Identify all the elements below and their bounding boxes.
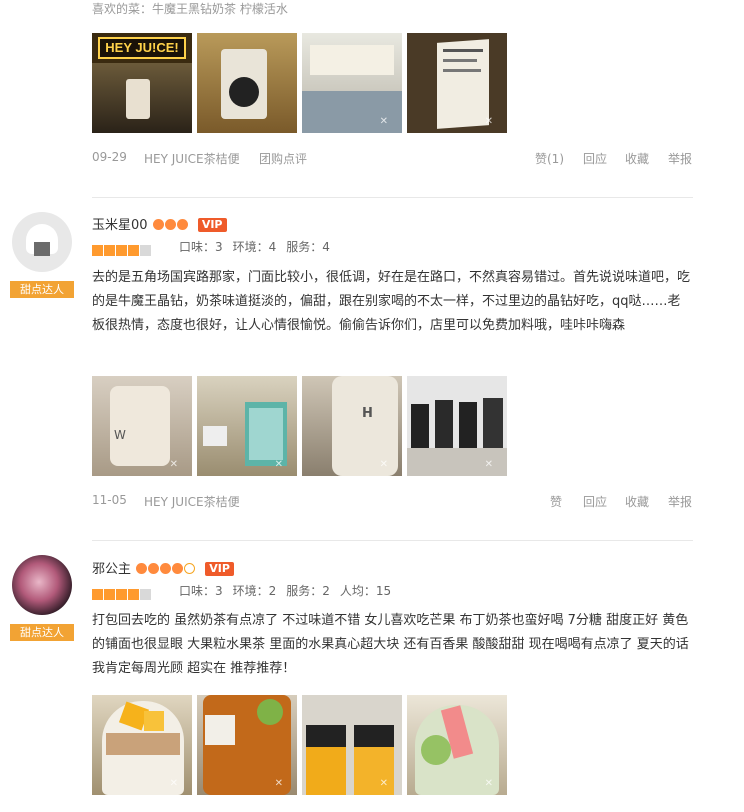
watermark-icon: ✕ bbox=[379, 459, 388, 470]
review-photo[interactable]: HEY JU!CE! bbox=[92, 33, 192, 133]
review-photo[interactable]: ✕ bbox=[407, 33, 507, 133]
watermark-icon: ✕ bbox=[169, 459, 178, 470]
star-icon bbox=[128, 589, 139, 600]
score-taste: 口味：3 bbox=[179, 240, 223, 254]
level-crown-empty-icon bbox=[184, 563, 196, 574]
review-photo[interactable]: ✕ bbox=[302, 33, 402, 133]
favorite-button[interactable]: 收藏 bbox=[625, 493, 649, 510]
score-breakdown: 口味：3 环境：4 服务：4 bbox=[179, 238, 340, 255]
shop-sign: HEY JU!CE! bbox=[98, 37, 186, 59]
user-name[interactable]: 玉米星00 VIP bbox=[92, 214, 227, 233]
review-photo[interactable]: ✕ bbox=[197, 376, 297, 476]
watermark-icon: ✕ bbox=[379, 778, 388, 789]
level-crown-icon bbox=[172, 563, 184, 574]
score-avg-price: 人均：15 bbox=[339, 584, 392, 598]
star-rating bbox=[92, 241, 152, 256]
report-button[interactable]: 举报 bbox=[668, 493, 692, 510]
vip-badge: VIP bbox=[197, 218, 227, 232]
watermark-icon: ✕ bbox=[169, 778, 178, 789]
user-name-text[interactable]: 玉米星00 bbox=[92, 218, 148, 233]
review-text: 去的是五角场国宾路那家，门面比较小，很低调，好在是在路口，不然真容易错过。首先说… bbox=[92, 270, 691, 333]
score-service: 服务：4 bbox=[286, 240, 330, 254]
level-crown-icon bbox=[148, 563, 160, 574]
star-empty-icon bbox=[140, 245, 151, 256]
review-photo[interactable] bbox=[197, 33, 297, 133]
user-badge: 甜点达人 bbox=[10, 624, 74, 641]
level-crown-icon bbox=[176, 219, 188, 230]
divider bbox=[92, 540, 693, 541]
review-date: 11-05 bbox=[92, 493, 127, 507]
vip-badge: VIP bbox=[205, 562, 234, 576]
score-service: 服务：2 bbox=[286, 584, 330, 598]
reply-button[interactable]: 回应 bbox=[583, 150, 607, 167]
cup-logo: H bbox=[362, 406, 373, 421]
score-taste: 口味：3 bbox=[179, 584, 223, 598]
score-breakdown: 口味：3 环境：2 服务：2 人均：15 bbox=[179, 582, 401, 599]
star-icon bbox=[116, 245, 127, 256]
star-icon bbox=[116, 589, 127, 600]
watermark-icon: ✕ bbox=[484, 116, 493, 127]
star-rating bbox=[92, 585, 152, 600]
review-photo[interactable]: ✕ bbox=[197, 695, 297, 795]
review-text: 打包回去吃的 虽然奶茶有点凉了 不过味道不错 女儿喜欢吃芒果 布丁奶茶也蛮好喝 … bbox=[92, 613, 689, 676]
review-source: 团购点评 bbox=[259, 152, 308, 166]
avatar[interactable] bbox=[12, 555, 72, 615]
review-photo[interactable]: W ✕ bbox=[92, 376, 192, 476]
review-photo[interactable]: ✕ bbox=[92, 695, 192, 795]
watermark-icon: ✕ bbox=[484, 459, 493, 470]
user-name[interactable]: 邪公主 VIP bbox=[92, 558, 234, 577]
favorite-button[interactable]: 收藏 bbox=[625, 150, 649, 167]
level-crown-icon bbox=[152, 219, 164, 230]
like-button[interactable]: 赞(1) bbox=[535, 150, 564, 167]
star-icon bbox=[128, 245, 139, 256]
watermark-icon: ✕ bbox=[274, 459, 283, 470]
review-photo[interactable]: ✕ bbox=[407, 695, 507, 795]
avatar[interactable] bbox=[12, 212, 72, 272]
user-name-text[interactable]: 邪公主 bbox=[92, 562, 131, 577]
reply-button[interactable]: 回应 bbox=[583, 493, 607, 510]
review-date: 09-29 bbox=[92, 150, 127, 164]
shop-link[interactable]: HEY JUICE茶桔便 bbox=[144, 150, 240, 167]
cup-logo: W bbox=[114, 428, 126, 442]
watermark-icon: ✕ bbox=[379, 116, 388, 127]
review-photo[interactable]: H ✕ bbox=[302, 376, 402, 476]
review-photo[interactable]: ✕ bbox=[302, 695, 402, 795]
level-crown-icon bbox=[136, 563, 148, 574]
star-icon bbox=[92, 245, 103, 256]
shop-link[interactable]: HEY JUICE茶桔便 bbox=[144, 493, 240, 510]
star-icon bbox=[92, 589, 103, 600]
favorite-dishes: 喜欢的菜：牛魔王黑钻奶茶 柠檬活水 bbox=[92, 2, 288, 16]
report-button[interactable]: 举报 bbox=[668, 150, 692, 167]
like-button[interactable]: 赞 bbox=[550, 493, 562, 510]
level-crown-icon bbox=[164, 219, 176, 230]
star-icon bbox=[104, 589, 115, 600]
star-empty-icon bbox=[140, 589, 151, 600]
divider bbox=[92, 197, 693, 198]
user-badge: 甜点达人 bbox=[10, 281, 74, 298]
review-photo[interactable]: ✕ bbox=[407, 376, 507, 476]
score-environment: 环境：2 bbox=[232, 584, 277, 598]
level-crown-icon bbox=[160, 563, 172, 574]
star-icon bbox=[104, 245, 115, 256]
watermark-icon: ✕ bbox=[484, 778, 493, 789]
score-environment: 环境：4 bbox=[232, 240, 277, 254]
watermark-icon: ✕ bbox=[274, 778, 283, 789]
